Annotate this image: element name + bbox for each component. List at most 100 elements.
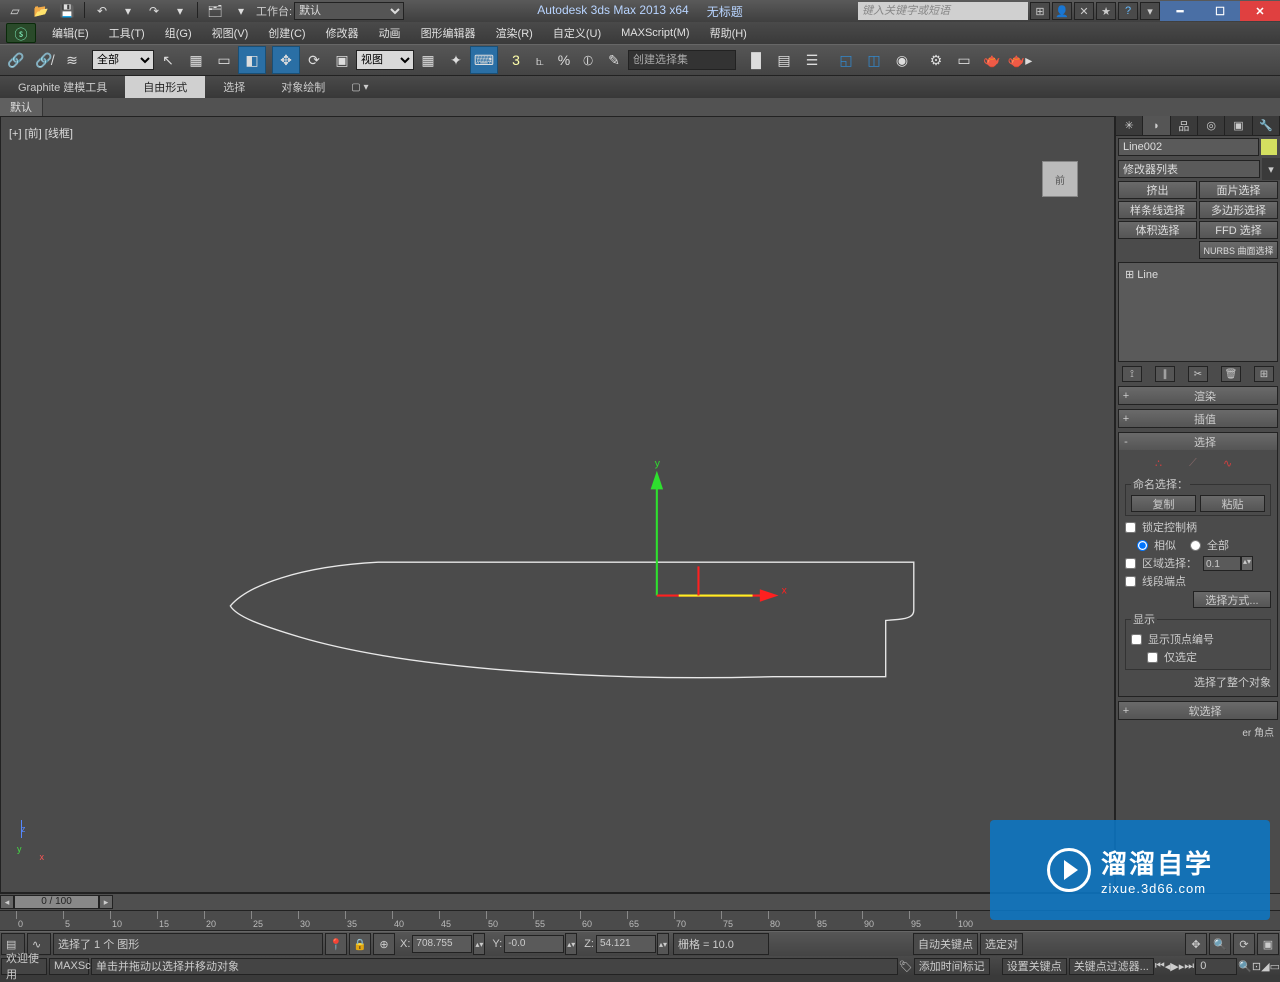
- open-icon[interactable]: 📂: [30, 2, 52, 20]
- move-icon[interactable]: ✥: [272, 46, 300, 74]
- nav-zoom2-icon[interactable]: 🔍: [1238, 960, 1252, 973]
- area-sel-check[interactable]: [1125, 558, 1136, 569]
- goto-end-icon[interactable]: ⏭: [1184, 960, 1194, 973]
- redo-dd-icon[interactable]: ▾: [169, 2, 191, 20]
- tab-display-icon[interactable]: ▣: [1225, 116, 1252, 135]
- stack-item-line[interactable]: ⊞ Line: [1123, 267, 1273, 282]
- nav-orbit-icon[interactable]: ⟳: [1233, 933, 1255, 955]
- materialeditor-icon[interactable]: ◉: [888, 46, 916, 74]
- tab-utilities-icon[interactable]: 🔧: [1253, 116, 1280, 135]
- btn-splinesel[interactable]: 样条线选择: [1118, 201, 1197, 219]
- nav-fov-icon[interactable]: ◢: [1261, 960, 1269, 973]
- sub-ribbon-default[interactable]: 默认: [0, 98, 43, 116]
- tab-modify-icon[interactable]: ◗: [1143, 116, 1170, 135]
- nav-zoomall-icon[interactable]: ⊡: [1252, 960, 1261, 973]
- ribbon-tab-selection[interactable]: 选择: [205, 76, 263, 98]
- pin-stack-icon[interactable]: ⟟: [1122, 366, 1142, 382]
- bind-icon[interactable]: ≋: [58, 46, 86, 74]
- all-radio[interactable]: [1190, 540, 1201, 551]
- menu-grapheditors[interactable]: 图形编辑器: [411, 22, 486, 44]
- search-input[interactable]: 键入关键字或短语: [858, 2, 1028, 20]
- btn-nurbssel[interactable]: NURBS 曲面选择: [1199, 241, 1278, 259]
- infocenter-icon[interactable]: ⊞: [1030, 2, 1050, 20]
- redo-icon[interactable]: ↷: [143, 2, 165, 20]
- refcoord-select[interactable]: 视图: [356, 50, 414, 70]
- ribbon-pin-icon[interactable]: ▢ ▾: [351, 82, 368, 93]
- help-icon[interactable]: ?: [1118, 2, 1138, 20]
- menu-views[interactable]: 视图(V): [202, 22, 259, 44]
- viewcube[interactable]: 前: [1036, 157, 1084, 205]
- segment-end-check[interactable]: [1125, 576, 1136, 587]
- btn-ffdsel[interactable]: FFD 选择: [1199, 221, 1278, 239]
- named-selection-sets[interactable]: 创建选择集: [628, 50, 736, 70]
- exchange-icon[interactable]: ✕: [1074, 2, 1094, 20]
- lock-handles-check[interactable]: [1125, 522, 1136, 533]
- minimize-button[interactable]: ━: [1160, 1, 1200, 21]
- schematic-icon[interactable]: ◫: [860, 46, 888, 74]
- manipulate-icon[interactable]: ✦: [442, 46, 470, 74]
- menu-create[interactable]: 创建(C): [258, 22, 315, 44]
- undo-dd-icon[interactable]: ▾: [117, 2, 139, 20]
- copy-button[interactable]: 复制: [1131, 495, 1196, 512]
- remove-mod-icon[interactable]: 🗑: [1221, 366, 1241, 382]
- workspace-select[interactable]: 默认: [294, 2, 404, 20]
- selectbyname-icon[interactable]: ▦: [182, 46, 210, 74]
- configure-icon[interactable]: ⊞: [1254, 366, 1274, 382]
- tab-hierarchy-icon[interactable]: 品: [1171, 116, 1198, 135]
- so-spline-icon[interactable]: ∿: [1223, 457, 1241, 471]
- rollout-softsel-header[interactable]: +软选择: [1119, 702, 1277, 719]
- app-logo-icon[interactable]: ⓢ: [6, 23, 36, 43]
- unique-icon[interactable]: ✂: [1188, 366, 1208, 382]
- autokey-button[interactable]: 自动关键点: [913, 933, 978, 955]
- menu-customize[interactable]: 自定义(U): [543, 22, 611, 44]
- undo-icon[interactable]: ↶: [91, 2, 113, 20]
- absolute-mode-icon[interactable]: ⊕: [373, 933, 395, 955]
- so-vertex-icon[interactable]: ∴: [1155, 457, 1173, 471]
- object-name-field[interactable]: Line002: [1118, 138, 1259, 156]
- set-key-button[interactable]: 设置关键点: [1002, 958, 1067, 975]
- spinner-icon[interactable]: ▴▾: [1241, 556, 1253, 571]
- selection-lock-icon[interactable]: 🔒: [349, 933, 371, 955]
- only-selected-check[interactable]: [1147, 652, 1158, 663]
- nav-region-icon[interactable]: ▭: [1270, 960, 1280, 973]
- goto-start-icon[interactable]: ⏮: [1155, 960, 1165, 973]
- menu-edit[interactable]: 编辑(E): [42, 22, 99, 44]
- scale-icon[interactable]: ▣: [328, 46, 356, 74]
- rollout-render-header[interactable]: +渲染: [1119, 387, 1277, 404]
- coord-z[interactable]: 54.121: [596, 935, 656, 953]
- rendersetup-icon[interactable]: ⚙: [922, 46, 950, 74]
- link-icon[interactable]: 🔗: [2, 46, 30, 74]
- keyboard-shortcut-icon[interactable]: ⌨: [470, 46, 498, 74]
- menu-group[interactable]: 组(G): [155, 22, 202, 44]
- btn-patchsel[interactable]: 面片选择: [1199, 181, 1278, 199]
- signin-icon[interactable]: 👤: [1052, 2, 1072, 20]
- show-vertnum-check[interactable]: [1131, 634, 1142, 645]
- new-icon[interactable]: ▱: [4, 2, 26, 20]
- tag-icon[interactable]: 🏷: [899, 960, 913, 973]
- menu-tools[interactable]: 工具(T): [99, 22, 155, 44]
- btn-polysel[interactable]: 多边形选择: [1199, 201, 1278, 219]
- menu-modifiers[interactable]: 修改器: [316, 22, 369, 44]
- close-button[interactable]: ✕: [1240, 1, 1280, 21]
- so-segment-icon[interactable]: ⟋: [1189, 457, 1207, 471]
- play-icon[interactable]: ▶: [1170, 960, 1178, 973]
- favorite-icon[interactable]: ★: [1096, 2, 1116, 20]
- maxscript-mini[interactable]: MAXSc: [49, 958, 89, 975]
- select-by-button[interactable]: 选择方式...: [1193, 591, 1271, 608]
- lock-icon[interactable]: 📍: [325, 933, 347, 955]
- ribbon-tab-graphite[interactable]: Graphite 建模工具: [0, 76, 125, 98]
- rollout-interp-header[interactable]: +插值: [1119, 410, 1277, 427]
- unlink-icon[interactable]: 🔗̸: [30, 46, 58, 74]
- timeline-prev-icon[interactable]: ◂: [0, 895, 14, 909]
- modifier-stack[interactable]: ⊞ Line: [1118, 262, 1278, 362]
- spinnersnap-icon[interactable]: ⦶: [576, 46, 600, 74]
- selected-only-button[interactable]: 选定对: [980, 933, 1023, 955]
- btn-extrude[interactable]: 挤出: [1118, 181, 1197, 199]
- coord-y[interactable]: -0.0: [504, 935, 564, 953]
- selection-filter[interactable]: 全部: [92, 50, 154, 70]
- rollout-selection-header[interactable]: -选择: [1119, 433, 1277, 450]
- anglesnap-icon[interactable]: ⦜: [528, 46, 552, 74]
- timeline-next-icon[interactable]: ▸: [99, 895, 113, 909]
- ribbon-tab-objectpaint[interactable]: 对象绘制: [263, 76, 343, 98]
- maximize-button[interactable]: ☐: [1200, 1, 1240, 21]
